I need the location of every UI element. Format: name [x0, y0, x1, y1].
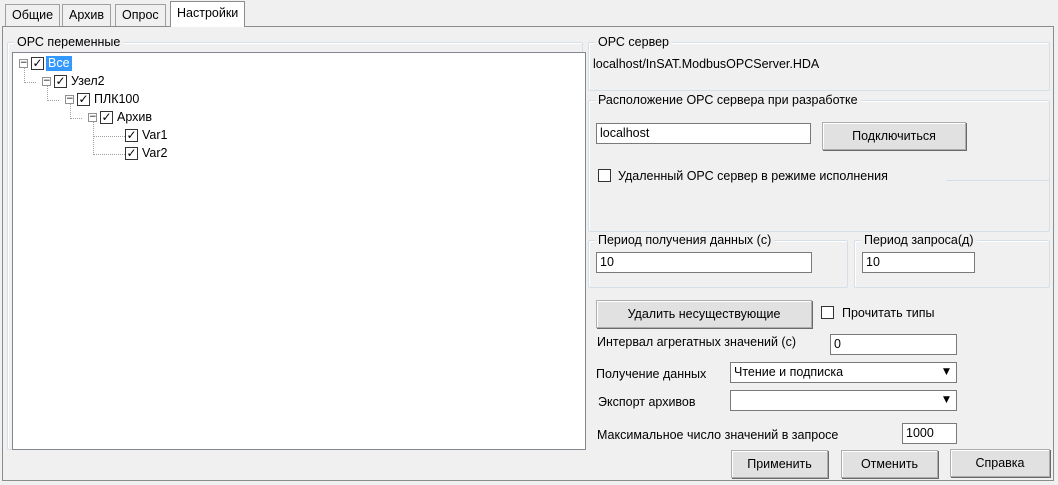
dev-location-group: Расположение ОРС сервера при разработке — [588, 92, 1050, 232]
period-data-title: Период получения данных (с) — [595, 232, 775, 248]
archive-export-select[interactable]: ▼ — [730, 390, 957, 411]
collapse-icon[interactable]: − — [42, 77, 51, 86]
checkbox-checked-icon[interactable]: ✓ — [54, 75, 67, 88]
tree-node-uzel2[interactable]: − ✓ Узел2 — [42, 73, 107, 90]
tab-label: Опрос — [122, 8, 159, 22]
dropdown-arrow-icon[interactable]: ▼ — [938, 364, 955, 381]
divider — [946, 180, 1049, 181]
data-receive-select[interactable]: Чтение и подписка ▼ — [730, 362, 957, 383]
tree-node-label: Все — [46, 56, 72, 71]
apply-button[interactable]: Применить — [731, 450, 828, 478]
tree-node-all[interactable]: − ✓ Все — [19, 55, 72, 72]
checkbox-checked-icon[interactable]: ✓ — [31, 57, 44, 70]
tree-node-var1[interactable]: ✓ Var1 — [125, 127, 169, 144]
archive-export-label: Экспорт архивов — [598, 395, 696, 409]
tab-polling[interactable]: Опрос — [115, 4, 166, 26]
max-values-label: Максимальное число значений в запросе — [597, 428, 839, 442]
period-data-input[interactable]: 10 — [596, 252, 812, 273]
data-receive-value: Чтение и подписка — [734, 365, 844, 379]
collapse-icon[interactable]: − — [19, 59, 28, 68]
collapse-icon[interactable]: − — [65, 95, 74, 104]
collapse-icon[interactable]: − — [88, 113, 97, 122]
tab-settings[interactable]: Настройки — [170, 1, 246, 27]
checkbox-checked-icon[interactable]: ✓ — [77, 93, 90, 106]
tree-node-archive[interactable]: − ✓ Архив — [88, 109, 154, 126]
tree-node-label: Var2 — [142, 146, 168, 160]
aggregate-interval-input[interactable]: 0 — [830, 334, 957, 355]
cancel-button[interactable]: Отменить — [841, 450, 938, 478]
opc-variables-tree[interactable]: − ✓ Все − ✓ Узел2 − ✓ ПЛК100 − ✓ Архив ✓… — [12, 52, 586, 450]
checkbox-checked-icon[interactable]: ✓ — [100, 111, 113, 124]
delete-nonexistent-button[interactable]: Удалить несуществующие — [596, 300, 812, 328]
tab-label: Общие — [12, 8, 54, 22]
opc-server-title: ОРС сервер — [595, 34, 672, 50]
tab-label: Настройки — [177, 6, 239, 20]
read-types-checkbox[interactable] — [821, 306, 834, 319]
tree-node-label: ПЛК100 — [94, 92, 140, 106]
connect-button[interactable]: Подключиться — [822, 122, 966, 150]
tab-label: Архив — [69, 8, 105, 22]
opc-variables-title: ОРС переменные — [14, 34, 124, 50]
remote-server-label: Удаленный ОРС сервер в режиме исполнения — [618, 169, 888, 183]
checkbox-checked-icon[interactable]: ✓ — [125, 147, 138, 160]
tree-node-var2[interactable]: ✓ Var2 — [125, 145, 169, 162]
tree-node-label: Архив — [117, 110, 153, 124]
opc-host-input[interactable]: localhost — [596, 123, 811, 144]
help-button[interactable]: Справка — [950, 449, 1050, 477]
remote-server-checkbox[interactable] — [598, 169, 611, 182]
read-types-label: Прочитать типы — [842, 306, 935, 320]
period-request-title: Период запроса(д) — [861, 232, 977, 248]
checkbox-checked-icon[interactable]: ✓ — [125, 129, 138, 142]
tree-node-label: Узел2 — [71, 74, 105, 88]
tab-strip: Общие Архив Опрос Настройки — [0, 0, 1058, 27]
aggregate-interval-label: Интервал агрегатных значений (с) — [597, 335, 796, 349]
tab-archive[interactable]: Архив — [62, 4, 112, 26]
tab-general[interactable]: Общие — [5, 4, 61, 26]
period-request-input[interactable]: 10 — [862, 252, 975, 273]
data-receive-label: Получение данных — [596, 367, 707, 381]
tree-node-label: Var1 — [142, 128, 168, 142]
tree-node-plk100[interactable]: − ✓ ПЛК100 — [65, 91, 141, 108]
dropdown-arrow-icon[interactable]: ▼ — [938, 392, 955, 409]
dev-location-title: Расположение ОРС сервера при разработке — [595, 92, 861, 108]
max-values-input[interactable]: 1000 — [902, 423, 957, 444]
opc-server-value: localhost/InSAT.ModbusOPCServer.HDA — [591, 54, 1041, 74]
